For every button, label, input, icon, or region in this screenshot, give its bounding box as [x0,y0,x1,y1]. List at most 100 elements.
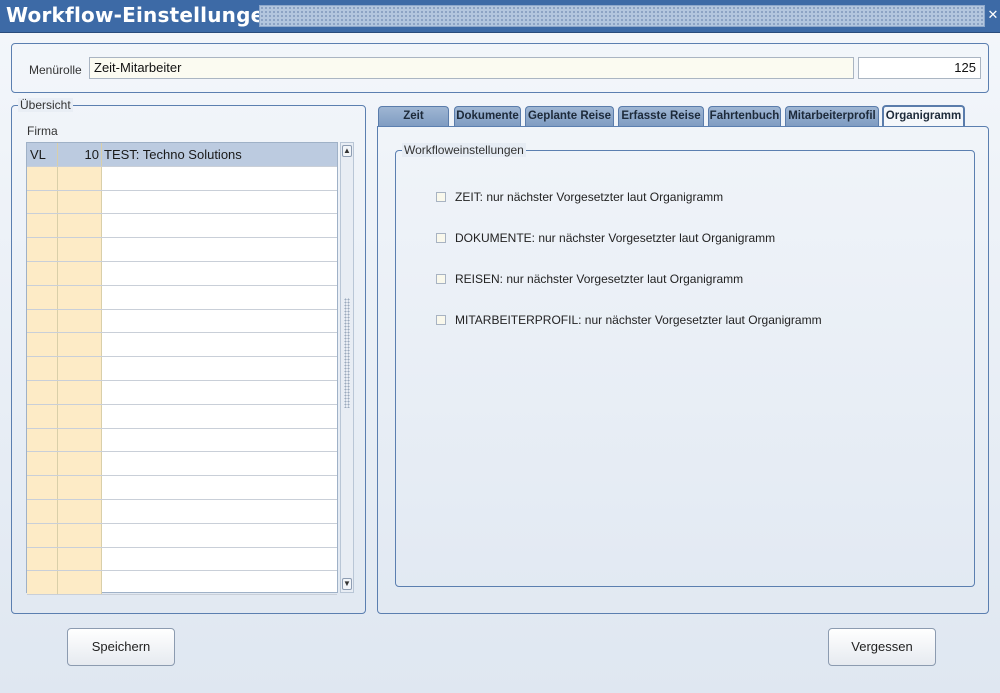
table-row[interactable] [27,428,337,453]
checkbox-mitarbeiterprofil[interactable] [436,315,446,325]
table-row[interactable] [27,190,337,215]
cell-empty[interactable] [102,167,337,190]
cell-empty[interactable] [58,214,102,238]
cell-empty[interactable] [102,405,337,428]
cell-empty[interactable] [58,428,102,452]
cell-empty[interactable] [58,261,102,285]
cell-empty[interactable] [102,262,337,285]
cell-empty[interactable] [102,214,337,237]
table-row[interactable] [27,357,337,381]
cell-code[interactable]: VL [27,143,58,166]
discard-button[interactable]: Vergessen [828,628,936,666]
cell-empty[interactable] [27,261,58,285]
table-row[interactable] [27,166,337,191]
cell-empty[interactable] [27,190,58,214]
table-row[interactable] [27,285,337,310]
cell-empty[interactable] [102,571,337,594]
cell-empty[interactable] [58,452,102,476]
company-grid[interactable]: VL 10 TEST: Techno Solutions [26,142,338,596]
cell-empty[interactable] [58,357,102,380]
table-row[interactable] [27,404,337,429]
cell-company-name[interactable]: TEST: Techno Solutions [102,143,337,166]
option-zeit[interactable]: ZEIT: nur nächster Vorgesetzter laut Org… [436,190,723,204]
cell-empty[interactable] [102,500,337,523]
cell-empty[interactable] [58,309,102,333]
option-dokumente[interactable]: DOKUMENTE: nur nächster Vorgesetzter lau… [436,231,775,245]
table-row[interactable] [27,309,337,334]
cell-empty[interactable] [27,166,58,190]
cell-empty[interactable] [58,333,102,357]
table-row[interactable] [27,571,337,596]
scroll-grip[interactable] [344,298,350,408]
cell-empty[interactable] [102,381,337,404]
cell-empty[interactable] [27,523,58,547]
cell-empty[interactable] [102,333,337,356]
cell-empty[interactable] [102,286,337,309]
option-reisen[interactable]: REISEN: nur nächster Vorgesetzter laut O… [436,272,743,286]
cell-empty[interactable] [102,310,337,333]
cell-empty[interactable] [102,476,337,499]
table-row[interactable] [27,499,337,524]
option-mitarbeiterprofil[interactable]: MITARBEITERPROFIL: nur nächster Vorgeset… [436,313,822,327]
menu-role-field[interactable]: Zeit-Mitarbeiter [89,57,854,79]
cell-empty[interactable] [58,404,102,428]
table-row[interactable] [27,261,337,286]
cell-empty[interactable] [58,285,102,309]
cell-empty[interactable] [102,452,337,475]
scroll-up-icon[interactable]: ▲ [342,145,352,157]
table-row[interactable] [27,333,337,358]
checkbox-zeit[interactable] [436,192,446,202]
table-row[interactable]: VL 10 TEST: Techno Solutions [27,143,337,167]
tab-geplante-reise[interactable]: Geplante Reise [525,106,614,126]
cell-empty[interactable] [27,214,58,238]
cell-empty[interactable] [58,166,102,190]
menu-role-id-field[interactable]: 125 [858,57,981,79]
scroll-down-icon[interactable]: ▼ [342,578,352,590]
cell-empty[interactable] [58,547,102,571]
cell-empty[interactable] [27,309,58,333]
cell-empty[interactable] [102,357,337,380]
grid-scrollbar[interactable]: ▲ ▼ [340,142,354,593]
cell-empty[interactable] [58,499,102,523]
checkbox-dokumente[interactable] [436,233,446,243]
cell-empty[interactable] [27,404,58,428]
cell-empty[interactable] [27,428,58,452]
cell-empty[interactable] [27,285,58,309]
cell-empty[interactable] [102,524,337,547]
cell-empty[interactable] [27,547,58,571]
cell-empty[interactable] [58,238,102,261]
save-button[interactable]: Speichern [67,628,175,666]
tab-fahrtenbuch[interactable]: Fahrtenbuch [708,106,781,126]
tab-organigramm[interactable]: Organigramm [882,105,965,127]
table-row[interactable] [27,214,337,239]
checkbox-reisen[interactable] [436,274,446,284]
cell-empty[interactable] [27,476,58,499]
cell-empty[interactable] [102,548,337,571]
cell-empty[interactable] [27,380,58,404]
cell-empty[interactable] [58,571,102,595]
cell-empty[interactable] [58,523,102,547]
table-row[interactable] [27,523,337,548]
cell-empty[interactable] [102,238,337,261]
tab-mitarbeiterprofil[interactable]: Mitarbeiterprofil [785,106,879,126]
cell-empty[interactable] [102,191,337,214]
close-icon[interactable]: ✕ [987,7,999,23]
cell-empty[interactable] [27,499,58,523]
tab-erfasste-reise[interactable]: Erfasste Reise [618,106,704,126]
cell-number[interactable]: 10 [58,143,102,166]
table-row[interactable] [27,547,337,572]
tab-dokumente[interactable]: Dokumente [454,106,521,126]
cell-empty[interactable] [58,380,102,404]
cell-empty[interactable] [102,429,337,452]
tab-zeit[interactable]: Zeit [378,106,449,126]
cell-empty[interactable] [27,452,58,476]
cell-empty[interactable] [58,190,102,214]
table-row[interactable] [27,380,337,405]
cell-empty[interactable] [27,571,58,595]
table-row[interactable] [27,452,337,477]
table-row[interactable] [27,476,337,500]
cell-empty[interactable] [27,357,58,380]
cell-empty[interactable] [27,238,58,261]
cell-empty[interactable] [58,476,102,499]
table-row[interactable] [27,238,337,262]
